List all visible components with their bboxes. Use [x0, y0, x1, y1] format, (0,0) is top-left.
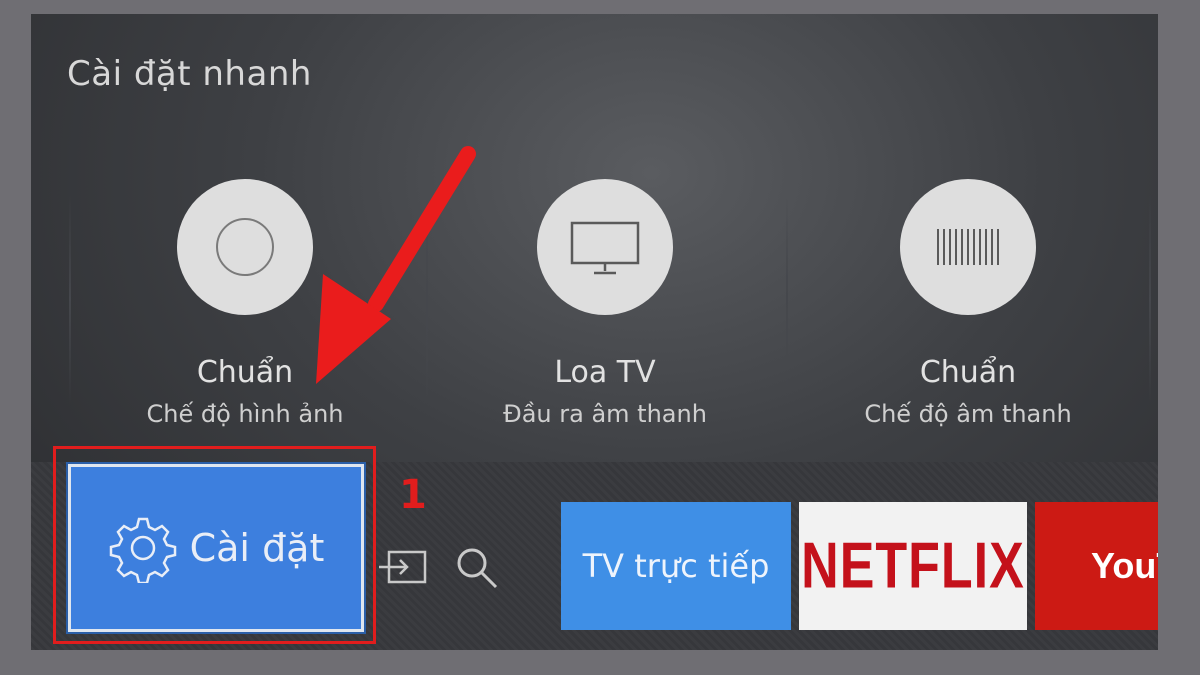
red-arrow-annotation [316, 146, 476, 384]
tv-screen: Cài đặt nhanh Chuẩn Chế độ hình ảnh Loa … [31, 14, 1158, 650]
